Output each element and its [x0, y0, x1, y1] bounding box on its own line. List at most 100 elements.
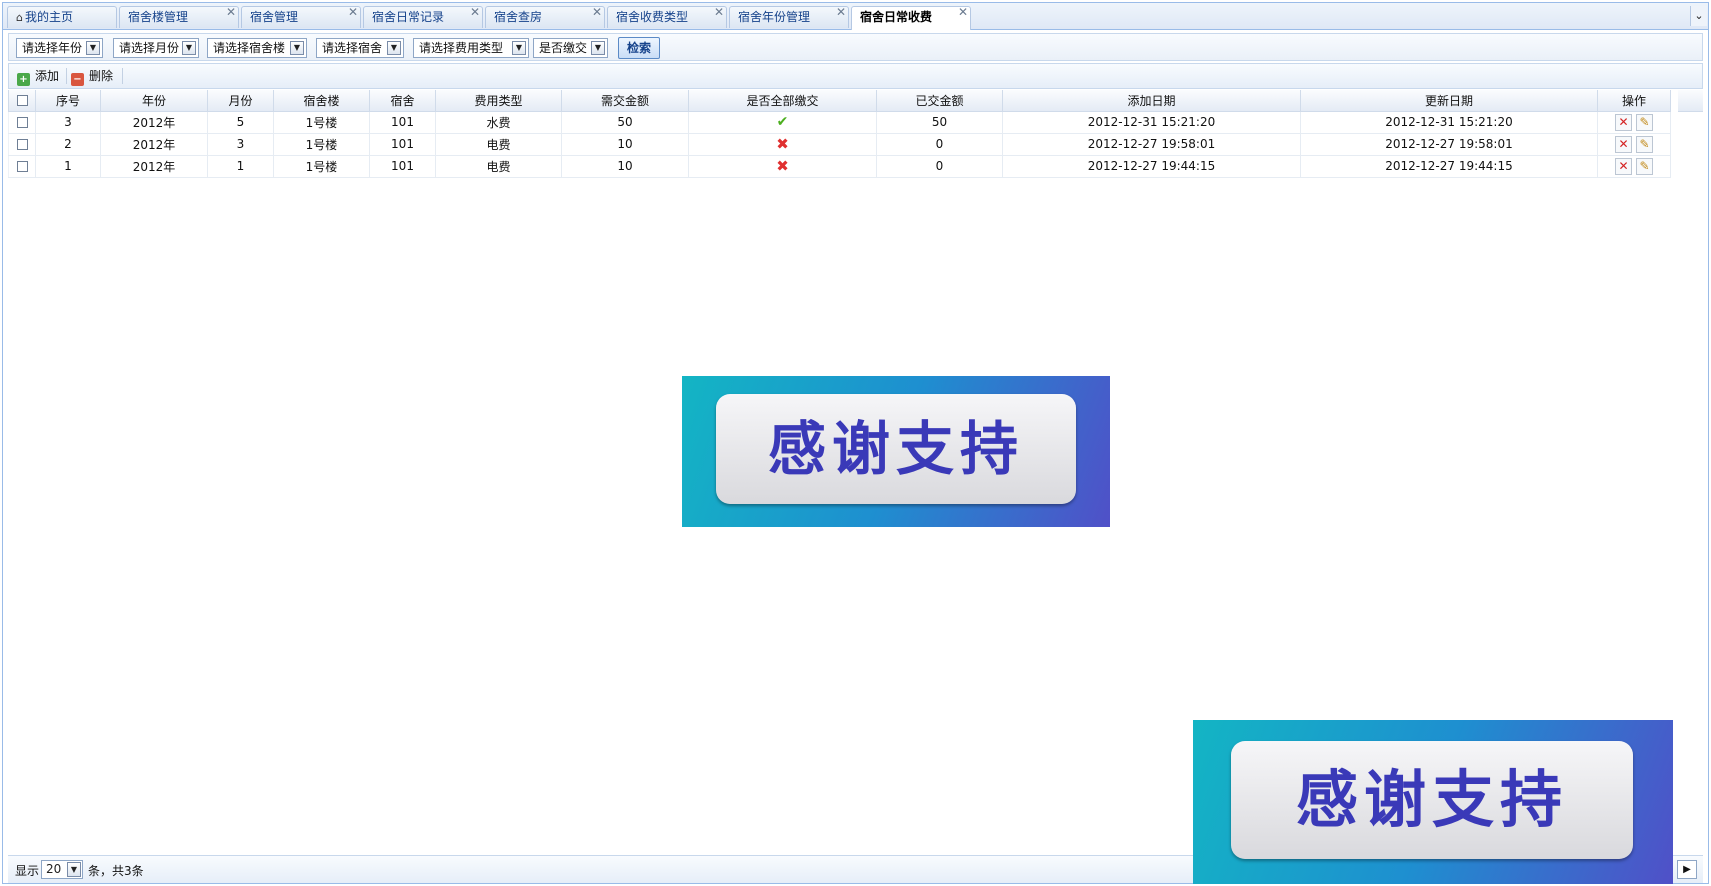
paid-select[interactable]: 是否缴交 ▼: [533, 38, 608, 58]
month-select[interactable]: 请选择月份 ▼: [113, 38, 199, 58]
cell-month: 5: [207, 110, 274, 134]
cell-all-paid: ✖: [688, 132, 877, 156]
cell-paid: 50: [876, 110, 1003, 134]
column-header[interactable]: 添加日期: [1002, 90, 1301, 112]
fee-table: 序号 年份 月份 宿舍楼 宿舍 费用类型 需交金额 是否全部缴交 已交金额 添加…: [8, 90, 1671, 178]
add-icon: +: [17, 73, 30, 86]
tab-room-inspection[interactable]: 宿舍查房 ✕: [485, 5, 605, 28]
select-value: 请选择宿舍楼: [213, 41, 286, 55]
cell-all-paid: ✖: [688, 154, 877, 178]
close-icon[interactable]: ✕: [958, 2, 968, 23]
tab-dorm-management[interactable]: 宿舍管理 ✕: [241, 5, 361, 28]
table-row[interactable]: 2 2012年 3 1号楼 101 电费 10 ✖ 0 2012-12-27 1…: [8, 132, 1671, 156]
delete-label: 删除: [89, 69, 114, 83]
chevron-down-icon[interactable]: ▼: [512, 41, 526, 55]
close-icon[interactable]: ✕: [470, 2, 480, 23]
column-header[interactable]: 宿舍楼: [273, 90, 370, 112]
column-header[interactable]: 宿舍: [369, 90, 436, 112]
tab-label: 宿舍查房: [494, 10, 543, 24]
tab-home[interactable]: ⌂ 我的主页: [7, 6, 117, 28]
close-icon[interactable]: ✕: [226, 2, 236, 23]
tab-label: 宿舍日常收费: [860, 10, 933, 24]
chevron-down-icon[interactable]: ▼: [290, 41, 304, 55]
cell-added: 2012-12-31 15:21:20: [1002, 110, 1301, 134]
column-header[interactable]: 月份: [207, 90, 274, 112]
select-all-checkbox[interactable]: [8, 90, 36, 112]
chevron-down-icon[interactable]: ▼: [591, 41, 605, 55]
tab-fee-types[interactable]: 宿舍收费类型 ✕: [607, 5, 727, 28]
cell-year: 2012年: [100, 132, 208, 156]
close-icon[interactable]: ✕: [348, 2, 358, 23]
home-icon: ⌂: [16, 11, 23, 24]
delete-row-icon[interactable]: ✕: [1615, 113, 1632, 131]
close-icon[interactable]: ✕: [836, 2, 846, 23]
chevron-down-icon[interactable]: ▼: [387, 41, 401, 55]
row-checkbox-cell[interactable]: [8, 154, 36, 178]
column-header[interactable]: 更新日期: [1300, 90, 1598, 112]
delete-button[interactable]: − 删除: [71, 67, 114, 86]
chevron-down-icon[interactable]: ▼: [182, 41, 196, 55]
select-value: 请选择年份: [22, 41, 83, 55]
column-header[interactable]: 已交金额: [876, 90, 1003, 112]
cell-paid: 0: [876, 154, 1003, 178]
search-button[interactable]: 检索: [618, 37, 660, 59]
delete-row-icon[interactable]: ✕: [1615, 135, 1632, 153]
cell-building: 1号楼: [273, 110, 370, 134]
cell-seq: 3: [35, 110, 101, 134]
edit-icon[interactable]: ✎: [1636, 157, 1653, 175]
cell-year: 2012年: [100, 154, 208, 178]
close-icon[interactable]: ✕: [714, 2, 724, 23]
checkbox[interactable]: [16, 95, 28, 107]
edit-icon[interactable]: ✎: [1636, 113, 1653, 131]
banner-text: 感谢支持: [716, 394, 1076, 504]
checkbox[interactable]: [16, 139, 28, 150]
fee-type-select[interactable]: 请选择费用类型 ▼: [413, 38, 529, 58]
grid-toolbar: + 添加 − 删除: [8, 63, 1703, 89]
cell-actions: ✕ ✎: [1597, 154, 1671, 178]
edit-icon[interactable]: ✎: [1636, 135, 1653, 153]
grid-header-filler: [1678, 90, 1703, 112]
check-icon: ✔: [776, 114, 789, 130]
chevron-down-icon[interactable]: ▼: [86, 41, 100, 55]
paging-summary: 条，共3条: [88, 864, 144, 878]
cell-dorm: 101: [369, 110, 436, 134]
tab-daily-records[interactable]: 宿舍日常记录 ✕: [363, 5, 483, 28]
tab-label: 宿舍收费类型: [616, 10, 689, 24]
tab-strip: ⌂ 我的主页 宿舍楼管理 ✕ 宿舍管理 ✕ 宿舍日常记录 ✕ 宿舍查房 ✕ 宿舍收费类型 ✕…: [3, 3, 1708, 30]
cell-dorm: 101: [369, 132, 436, 156]
checkbox[interactable]: [16, 117, 28, 128]
column-header[interactable]: 年份: [100, 90, 208, 112]
dorm-select[interactable]: 请选择宿舍 ▼: [316, 38, 404, 58]
column-header[interactable]: 是否全部缴交: [688, 90, 877, 112]
page-size-select[interactable]: 20 ▼: [41, 860, 83, 879]
close-icon[interactable]: ✕: [592, 2, 602, 23]
column-header[interactable]: 费用类型: [435, 90, 562, 112]
tab-year-management[interactable]: 宿舍年份管理 ✕: [729, 5, 849, 28]
cell-seq: 2: [35, 132, 101, 156]
building-select[interactable]: 请选择宿舍楼 ▼: [207, 38, 307, 58]
toolbar-divider: [122, 68, 123, 84]
cell-updated: 2012-12-27 19:58:01: [1300, 132, 1598, 156]
next-page-button[interactable]: ▶: [1677, 860, 1697, 879]
column-header[interactable]: 需交金额: [561, 90, 689, 112]
column-header[interactable]: 操作: [1597, 90, 1671, 112]
year-select[interactable]: 请选择年份 ▼: [16, 38, 103, 58]
table-row[interactable]: 3 2012年 5 1号楼 101 水费 50 ✔ 50 2012-12-31 …: [8, 110, 1671, 134]
select-value: 请选择月份: [119, 41, 180, 55]
delete-row-icon[interactable]: ✕: [1615, 157, 1632, 175]
tab-daily-fees[interactable]: 宿舍日常收费 ✕: [851, 5, 971, 30]
thanks-banner: 感谢支持: [682, 376, 1110, 527]
tab-building-management[interactable]: 宿舍楼管理 ✕: [119, 5, 239, 28]
add-button[interactable]: + 添加: [17, 67, 59, 86]
tab-menu-icon[interactable]: ⌄: [1690, 6, 1707, 26]
row-checkbox-cell[interactable]: [8, 132, 36, 156]
checkbox[interactable]: [16, 161, 28, 172]
column-header[interactable]: 序号: [35, 90, 101, 112]
row-checkbox-cell[interactable]: [8, 110, 36, 134]
chevron-down-icon[interactable]: ▼: [67, 862, 81, 877]
cell-year: 2012年: [100, 110, 208, 134]
paging-show-label: 显示: [15, 864, 40, 878]
play-icon: ▶: [1683, 864, 1691, 875]
cell-fee-type: 电费: [435, 154, 562, 178]
table-row[interactable]: 1 2012年 1 1号楼 101 电费 10 ✖ 0 2012-12-27 1…: [8, 154, 1671, 178]
